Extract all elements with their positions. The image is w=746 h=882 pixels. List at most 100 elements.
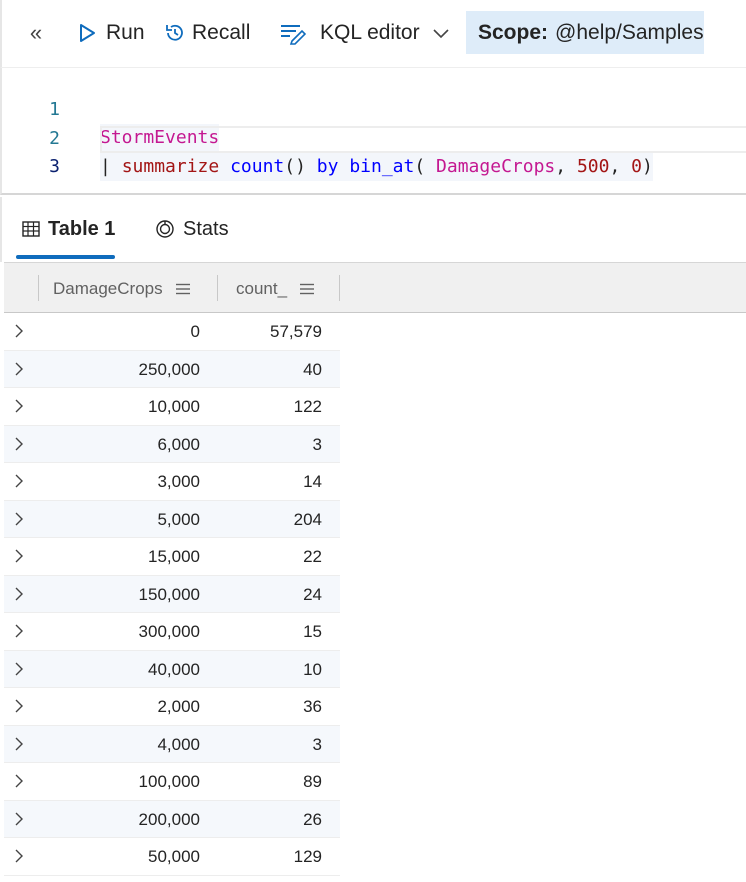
table-icon: [22, 221, 40, 237]
cell-count[interactable]: 89: [303, 763, 322, 800]
table-row[interactable]: 6,000 3: [4, 425, 340, 463]
tab-table-1[interactable]: Table 1: [22, 215, 115, 243]
code-line-1[interactable]: 1 StormEvents: [2, 68, 746, 152]
column-separator[interactable]: [217, 275, 218, 301]
cell-damagecrops[interactable]: 250,000: [139, 351, 200, 388]
cell-damagecrops[interactable]: 5,000: [157, 501, 200, 538]
column-header-count[interactable]: count_: [236, 276, 315, 302]
cell-count[interactable]: 36: [303, 688, 322, 725]
cell-count[interactable]: 204: [294, 501, 322, 538]
cell-count[interactable]: 57,579: [270, 313, 322, 350]
tab-label: Stats: [183, 217, 229, 240]
cell-damagecrops[interactable]: 50,000: [148, 838, 200, 875]
recall-label: Recall: [192, 21, 251, 44]
cell-count[interactable]: 40: [303, 351, 322, 388]
scope-selector[interactable]: Scope: @help/Samples: [466, 11, 704, 54]
table-row[interactable]: 4,000 3: [4, 725, 340, 763]
pipe-token: |: [100, 156, 122, 177]
operator-token: summarize: [121, 156, 220, 177]
chevron-right-icon[interactable]: [14, 547, 28, 565]
chevron-right-icon[interactable]: [14, 735, 28, 753]
cell-damagecrops[interactable]: 15,000: [148, 538, 200, 575]
cell-count[interactable]: 24: [303, 576, 322, 613]
chevron-right-icon[interactable]: [14, 397, 28, 415]
cell-count[interactable]: 3: [313, 726, 322, 763]
cell-damagecrops[interactable]: 2,000: [157, 688, 200, 725]
column-menu-icon[interactable]: [175, 283, 191, 295]
table-row[interactable]: 3,000 14: [4, 463, 340, 501]
code-line-3[interactable]: 3: [2, 125, 746, 177]
table-row[interactable]: 100,000 89: [4, 763, 340, 801]
scope-value: @help/Samples: [555, 20, 704, 44]
column-menu-icon[interactable]: [299, 283, 315, 295]
number-token: 0: [631, 156, 642, 177]
chevron-right-icon[interactable]: [14, 772, 28, 790]
cell-count[interactable]: 10: [303, 651, 322, 688]
cell-count[interactable]: 122: [294, 388, 322, 425]
run-label: Run: [106, 21, 145, 44]
chevron-right-icon[interactable]: [14, 622, 28, 640]
stats-icon: [155, 219, 175, 239]
chevron-right-icon[interactable]: [14, 472, 28, 490]
chevron-right-icon[interactable]: [14, 322, 28, 340]
cell-damagecrops[interactable]: 0: [191, 313, 200, 350]
table-row[interactable]: 0 57,579: [4, 313, 340, 351]
table-row[interactable]: 150,000 24: [4, 575, 340, 613]
cell-count[interactable]: 22: [303, 538, 322, 575]
chevron-down-icon: [432, 27, 450, 39]
chevron-right-icon[interactable]: [14, 585, 28, 603]
code-line-2[interactable]: 2 | summarize count() by bin_at( DamageC…: [2, 97, 746, 181]
run-button[interactable]: Run: [78, 12, 145, 54]
cell-damagecrops[interactable]: 40,000: [148, 651, 200, 688]
query-editor-icon: [278, 21, 306, 45]
cell-damagecrops[interactable]: 200,000: [139, 801, 200, 838]
toolbar: « Run Recall KQL editor Scope: @help/Sam…: [0, 0, 746, 67]
chevron-right-icon[interactable]: [14, 810, 28, 828]
cell-damagecrops[interactable]: 4,000: [157, 726, 200, 763]
table-row[interactable]: 5,000 204: [4, 500, 340, 538]
table-row[interactable]: 10,000 122: [4, 388, 340, 426]
table-row[interactable]: 50,000 129: [4, 838, 340, 876]
cell-damagecrops[interactable]: 6,000: [157, 426, 200, 463]
chevron-right-icon[interactable]: [14, 510, 28, 528]
column-token: DamageCrops: [436, 156, 556, 177]
cell-damagecrops[interactable]: 300,000: [139, 613, 200, 650]
number-token: 500: [576, 156, 610, 177]
table-row[interactable]: 300,000 15: [4, 613, 340, 651]
query-editor[interactable]: 1 StormEvents 2 | summarize count() by b…: [0, 67, 746, 195]
table-row[interactable]: 40,000 10: [4, 650, 340, 688]
results-tabs: Table 1 Stats: [0, 197, 746, 262]
column-separator[interactable]: [38, 275, 39, 301]
table-row[interactable]: 15,000 22: [4, 538, 340, 576]
cell-count[interactable]: 14: [303, 463, 322, 500]
active-tab-indicator: [16, 255, 115, 259]
cell-count[interactable]: 15: [303, 613, 322, 650]
keyword-token: by: [316, 156, 339, 177]
results-grid: DamageCrops count_ 0 57,579 250,000 40 10,00…: [4, 262, 746, 882]
column-separator[interactable]: [339, 275, 340, 301]
function-token: bin_at: [349, 156, 415, 177]
chevron-right-icon[interactable]: [14, 360, 28, 378]
cell-damagecrops[interactable]: 100,000: [139, 763, 200, 800]
kql-editor-dropdown[interactable]: KQL editor: [278, 12, 450, 54]
table-row[interactable]: 250,000 40: [4, 350, 340, 388]
cell-count[interactable]: 129: [294, 838, 322, 875]
cell-count[interactable]: 3: [313, 426, 322, 463]
cell-count[interactable]: 26: [303, 801, 322, 838]
cell-damagecrops[interactable]: 10,000: [148, 388, 200, 425]
table-row[interactable]: 2,000 36: [4, 688, 340, 726]
chevron-right-icon[interactable]: [14, 435, 28, 453]
tab-stats[interactable]: Stats: [155, 215, 229, 243]
recall-button[interactable]: Recall: [164, 12, 250, 54]
function-token: count: [230, 156, 285, 177]
chevron-right-icon[interactable]: [14, 847, 28, 865]
chevron-right-icon[interactable]: [14, 697, 28, 715]
cell-damagecrops[interactable]: 150,000: [139, 576, 200, 613]
table-row[interactable]: 200,000 26: [4, 800, 340, 838]
cell-damagecrops[interactable]: 3,000: [157, 463, 200, 500]
column-header-damagecrops[interactable]: DamageCrops: [53, 276, 191, 302]
collapse-button[interactable]: «: [24, 12, 48, 54]
tab-label: Table 1: [48, 217, 116, 240]
chevron-right-icon[interactable]: [14, 660, 28, 678]
kql-editor-label: KQL editor: [320, 21, 420, 44]
